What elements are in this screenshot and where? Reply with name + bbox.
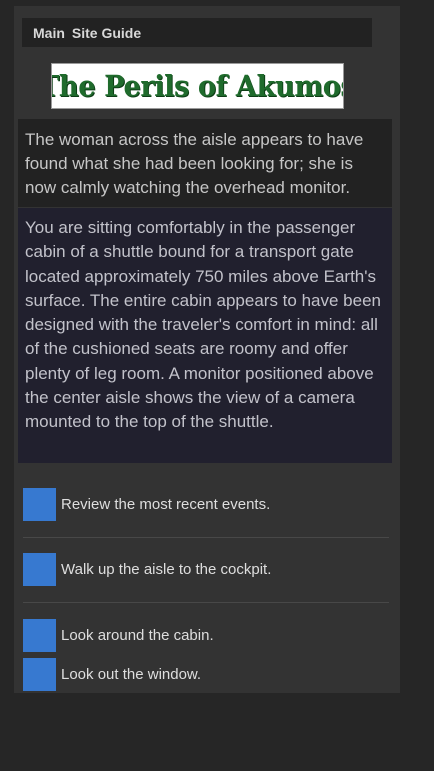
option-button[interactable] — [23, 553, 56, 586]
option-look-out-window[interactable]: Look out the window. — [23, 658, 201, 691]
option-button[interactable] — [23, 488, 56, 521]
option-look-around-cabin[interactable]: Look around the cabin. — [23, 619, 214, 652]
option-divider — [23, 602, 389, 603]
option-button[interactable] — [23, 619, 56, 652]
game-logo: The Perils of Akumos — [51, 63, 344, 109]
game-panel: Main Site Guide The Perils of Akumos The… — [14, 6, 400, 693]
option-label[interactable]: Walk up the aisle to the cockpit. — [61, 561, 271, 578]
logo-title: The Perils of Akumos — [51, 69, 344, 103]
option-label[interactable]: Review the most recent events. — [61, 496, 270, 513]
option-walk-to-cockpit[interactable]: Walk up the aisle to the cockpit. — [23, 553, 271, 586]
option-button[interactable] — [23, 658, 56, 691]
option-divider — [23, 537, 389, 538]
top-nav: Main Site Guide — [22, 18, 372, 47]
scene-description: You are sitting comfortably in the passe… — [18, 208, 392, 463]
nav-site-guide-link[interactable]: Site Guide — [72, 25, 141, 41]
option-review-events[interactable]: Review the most recent events. — [23, 488, 270, 521]
option-label[interactable]: Look around the cabin. — [61, 627, 214, 644]
recent-event-text: The woman across the aisle appears to ha… — [18, 119, 392, 207]
option-label[interactable]: Look out the window. — [61, 666, 201, 683]
nav-main-link[interactable]: Main — [33, 25, 65, 41]
